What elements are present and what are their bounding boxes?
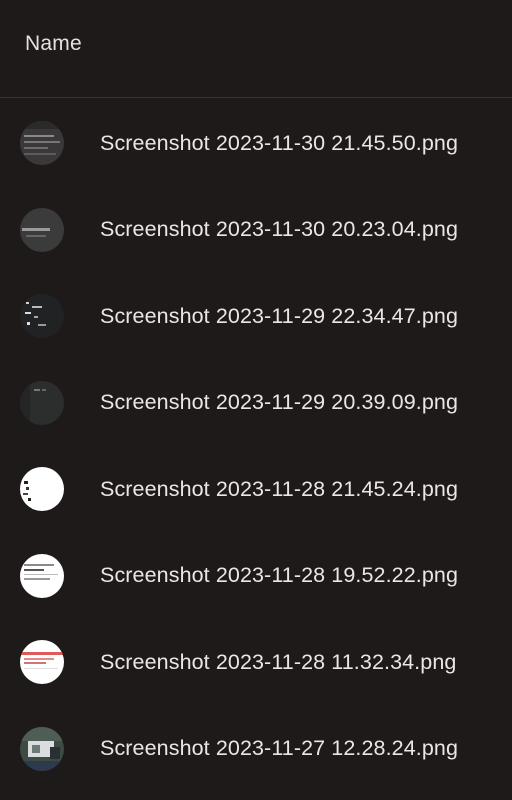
terminal-thumbnail-icon: [20, 294, 64, 339]
screenshot-thumbnail-icon: [20, 207, 64, 252]
file-name: Screenshot 2023-11-28 19.52.22.png: [100, 563, 459, 588]
screenshot-thumbnail-icon: [20, 553, 64, 598]
file-name: Screenshot 2023-11-30 21.45.50.png: [100, 130, 459, 155]
screenshot-thumbnail-icon: [20, 380, 64, 425]
file-row[interactable]: Screenshot 2023-11-30 20.23.04.png: [0, 187, 512, 274]
file-name: Screenshot 2023-11-27 12.28.24.png: [100, 736, 459, 761]
screenshot-thumbnail-icon: [20, 467, 64, 512]
file-name: Screenshot 2023-11-29 22.34.47.png: [100, 303, 459, 328]
file-row[interactable]: Screenshot 2023-11-28 21.45.24.png: [0, 446, 512, 533]
screenshot-thumbnail-icon: [20, 640, 64, 685]
file-list: Screenshot 2023-11-30 21.45.50.png Scree…: [0, 100, 512, 792]
name-column-label[interactable]: Name: [25, 32, 82, 56]
file-list-panel: Name Screenshot 2023-11-30 21.45.50.png: [0, 0, 512, 800]
file-row[interactable]: Screenshot 2023-11-28 11.32.34.png: [0, 619, 512, 706]
file-name: Screenshot 2023-11-28 21.45.24.png: [100, 476, 459, 501]
file-row[interactable]: Screenshot 2023-11-28 19.52.22.png: [0, 533, 512, 620]
file-name: Screenshot 2023-11-29 20.39.09.png: [100, 390, 459, 415]
file-row[interactable]: Screenshot 2023-11-29 20.39.09.png: [0, 360, 512, 447]
file-row[interactable]: Screenshot 2023-11-29 22.34.47.png: [0, 273, 512, 360]
screenshot-thumbnail-icon: [20, 121, 64, 166]
photo-thumbnail-icon: [20, 726, 64, 771]
file-row[interactable]: Screenshot 2023-11-30 21.45.50.png: [0, 100, 512, 187]
file-row[interactable]: Screenshot 2023-11-27 12.28.24.png: [0, 706, 512, 793]
file-name: Screenshot 2023-11-28 11.32.34.png: [100, 649, 457, 674]
file-name: Screenshot 2023-11-30 20.23.04.png: [100, 217, 459, 242]
column-header[interactable]: Name: [0, 0, 512, 98]
